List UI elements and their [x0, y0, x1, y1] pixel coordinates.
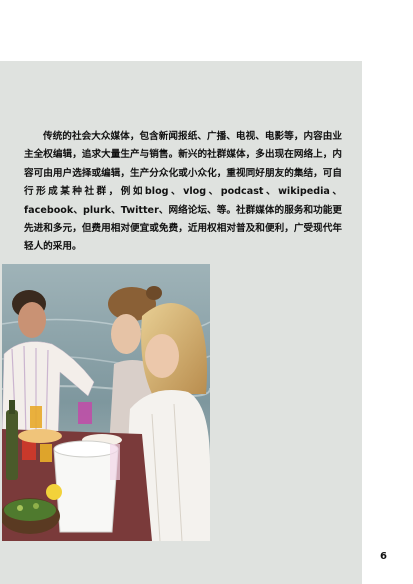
page-number: 6 [380, 551, 387, 562]
photo-young-people-picnic [2, 264, 210, 541]
body-paragraph: 传统的社会大众媒体，包含新闻报纸、广播、电视、电影等，内容由业主全权编辑，追求大… [24, 131, 342, 253]
